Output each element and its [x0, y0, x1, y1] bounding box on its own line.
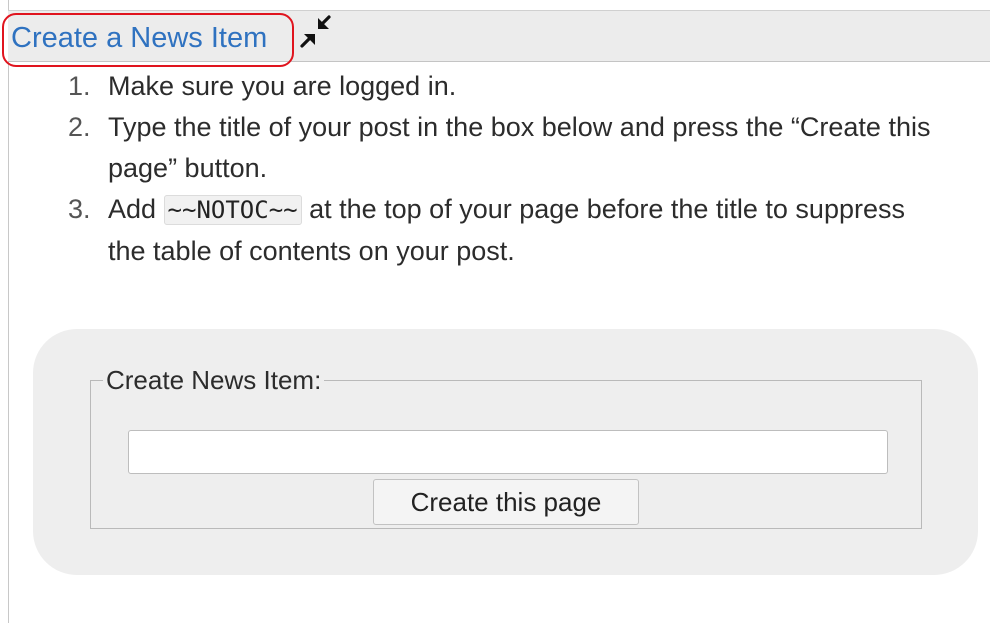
notoc-code: ~~NOTOC~~ [163, 195, 302, 225]
create-news-form-panel: Create News Item: Create this page [33, 329, 978, 575]
create-this-page-button[interactable]: Create this page [373, 479, 639, 525]
page: Create a News Item 1. Make sure you are … [0, 0, 990, 623]
instruction-list: 1. Make sure you are logged in. 2. Type … [68, 66, 948, 272]
list-item-number: 1. [68, 71, 91, 101]
create-news-fieldset: Create News Item: Create this page [90, 365, 922, 529]
list-item: 2. Type the title of your post in the bo… [68, 107, 948, 189]
list-item-text-start: Add [108, 194, 164, 224]
list-item-number: 3. [68, 194, 91, 224]
list-item: 1. Make sure you are logged in. [68, 66, 948, 107]
collapse-arrows-icon[interactable] [296, 12, 336, 52]
fieldset-legend: Create News Item: [106, 365, 322, 395]
create-news-item-link[interactable]: Create a News Item [11, 21, 267, 55]
list-item-number: 2. [68, 112, 91, 142]
left-border [8, 0, 9, 623]
list-item-text: Type the title of your post in the box b… [108, 112, 931, 183]
news-title-input[interactable] [128, 430, 888, 474]
list-item-text: Make sure you are logged in. [108, 71, 457, 101]
list-item: 3. Add ~~NOTOC~~ at the top of your page… [68, 189, 948, 272]
